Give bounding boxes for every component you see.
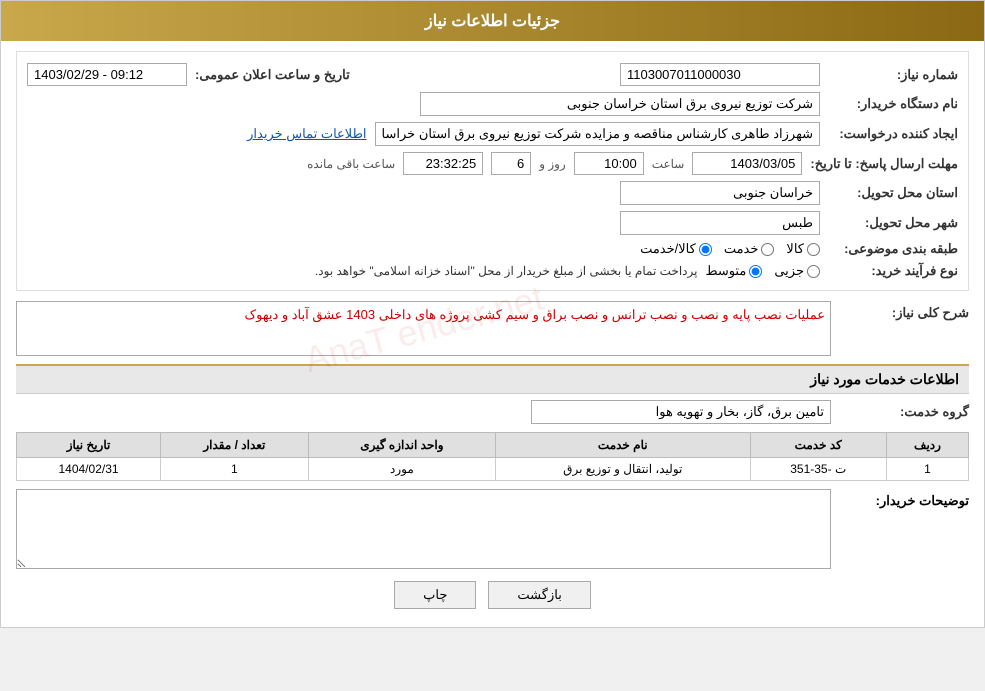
- buyer-desc-label: توضیحات خریدار:: [839, 489, 969, 509]
- col-header-date: تاریخ نیاز: [17, 433, 161, 458]
- need-number-row: شماره نیاز: 1103007011000030 تاریخ و ساع…: [27, 63, 958, 86]
- creator-row: ایجاد کننده درخواست: شهرزاد طاهری کارشنا…: [27, 122, 958, 146]
- province-value: خراسان جنوبی: [620, 181, 820, 205]
- description-value: عملیات نصب پایه و نصب و نصب ترانس و نصب …: [16, 301, 831, 356]
- services-table: ردیف کد خدمت نام خدمت واحد اندازه گیری ت…: [16, 432, 969, 481]
- category-label-khedmat: خدمت: [724, 241, 759, 257]
- category-label-kala-khedmat: کالا/خدمت: [640, 241, 696, 257]
- purchase-type-row: نوع فرآیند خرید: جزیی متوسط پرداخت تمام …: [27, 263, 958, 279]
- description-label: شرح کلی نیاز:: [839, 301, 969, 321]
- basic-info-section: شماره نیاز: 1103007011000030 تاریخ و ساع…: [16, 51, 969, 291]
- service-group-value: تامین برق، گاز، بخار و تهویه هوا: [531, 400, 831, 424]
- creator-value: شهرزاد طاهری کارشناس مناقصه و مزایده شرک…: [375, 122, 820, 146]
- buyer-org-row: نام دستگاه خریدار: شرکت توزیع نیروی برق …: [27, 92, 958, 116]
- back-button[interactable]: بازگشت: [488, 581, 590, 609]
- deadline-date: 1403/03/05: [692, 152, 802, 175]
- cell-code: ت -35-351: [750, 458, 886, 481]
- city-label: شهر محل تحویل:: [828, 215, 958, 231]
- col-header-name: نام خدمت: [496, 433, 750, 458]
- main-content: شماره نیاز: 1103007011000030 تاریخ و ساع…: [1, 41, 984, 627]
- deadline-time: 10:00: [574, 152, 644, 175]
- province-row: استان محل تحویل: خراسان جنوبی: [27, 181, 958, 205]
- need-number-label: شماره نیاز:: [828, 67, 958, 83]
- description-wrapper: AnaT ender.net عملیات نصب پایه و نصب و ن…: [16, 301, 831, 356]
- deadline-day-label: روز و: [539, 157, 566, 171]
- page-header: جزئیات اطلاعات نیاز: [1, 1, 984, 41]
- cell-qty: 1: [161, 458, 309, 481]
- purchase-label-jozi: جزیی: [774, 263, 804, 279]
- need-number-value: 1103007011000030: [620, 63, 820, 86]
- purchase-radio-motavasset[interactable]: [749, 265, 762, 278]
- deadline-remaining: 23:32:25: [403, 152, 483, 175]
- deadline-time-label: ساعت: [652, 157, 685, 171]
- buttons-row: بازگشت چاپ: [16, 581, 969, 609]
- cell-name: تولید، انتقال و توزیع برق: [496, 458, 750, 481]
- purchase-description: پرداخت تمام یا بخشی از مبلغ خریدار از مح…: [315, 264, 698, 278]
- creator-contact-link[interactable]: اطلاعات تماس خریدار: [247, 126, 366, 142]
- col-header-code: کد خدمت: [750, 433, 886, 458]
- category-radio-kala-khedmat[interactable]: [699, 243, 712, 256]
- col-header-unit: واحد اندازه گیری: [308, 433, 495, 458]
- category-radio-khedmat[interactable]: [761, 243, 774, 256]
- province-label: استان محل تحویل:: [828, 185, 958, 201]
- cell-unit: مورد: [308, 458, 495, 481]
- city-value: طبس: [620, 211, 820, 235]
- description-section: شرح کلی نیاز: AnaT ender.net عملیات نصب …: [16, 301, 969, 356]
- print-button[interactable]: چاپ: [394, 581, 476, 609]
- category-label-kala: کالا: [786, 241, 804, 257]
- city-row: شهر محل تحویل: طبس: [27, 211, 958, 235]
- purchase-type-label: نوع فرآیند خرید:: [828, 263, 958, 279]
- purchase-type-radio-group: جزیی متوسط: [705, 263, 820, 279]
- category-radio-group: کالا خدمت کالا/خدمت: [640, 241, 820, 257]
- announce-date-value: 1403/02/29 - 09:12: [27, 63, 187, 86]
- category-row: طبقه بندی موضوعی: کالا خدمت کالا/خدمت: [27, 241, 958, 257]
- purchase-option-motavasset: متوسط: [705, 263, 762, 279]
- buyer-desc-row: توضیحات خریدار:: [16, 489, 969, 569]
- buyer-org-label: نام دستگاه خریدار:: [828, 96, 958, 112]
- category-option-khedmat: خدمت: [724, 241, 775, 257]
- service-group-label: گروه خدمت:: [839, 404, 969, 420]
- creator-label: ایجاد کننده درخواست:: [828, 126, 958, 142]
- cell-rownum: 1: [886, 458, 968, 481]
- table-row: 1 ت -35-351 تولید، انتقال و توزیع برق مو…: [17, 458, 969, 481]
- purchase-label-motavasset: متوسط: [705, 263, 746, 279]
- deadline-label: مهلت ارسال پاسخ: تا تاریخ:: [810, 156, 958, 172]
- category-option-kala-khedmat: کالا/خدمت: [640, 241, 712, 257]
- col-header-rownum: ردیف: [886, 433, 968, 458]
- purchase-radio-jozi[interactable]: [807, 265, 820, 278]
- buyer-org-value: شرکت توزیع نیروی برق استان خراسان جنوبی: [420, 92, 820, 116]
- category-label: طبقه بندی موضوعی:: [828, 241, 958, 257]
- purchase-option-jozi: جزیی: [774, 263, 820, 279]
- page-wrapper: جزئیات اطلاعات نیاز شماره نیاز: 11030070…: [0, 0, 985, 628]
- category-radio-kala[interactable]: [807, 243, 820, 256]
- col-header-qty: تعداد / مقدار: [161, 433, 309, 458]
- deadline-remaining-label: ساعت باقی مانده: [307, 157, 395, 171]
- cell-date: 1404/02/31: [17, 458, 161, 481]
- category-option-kala: کالا: [786, 241, 820, 257]
- table-header-row: ردیف کد خدمت نام خدمت واحد اندازه گیری ت…: [17, 433, 969, 458]
- deadline-days: 6: [491, 152, 531, 175]
- deadline-row: مهلت ارسال پاسخ: تا تاریخ: 1403/03/05 سا…: [27, 152, 958, 175]
- announce-date-label: تاریخ و ساعت اعلان عمومی:: [195, 67, 350, 83]
- service-group-row: گروه خدمت: تامین برق، گاز، بخار و تهویه …: [16, 400, 969, 424]
- services-section-title: اطلاعات خدمات مورد نیاز: [16, 364, 969, 394]
- page-title: جزئیات اطلاعات نیاز: [425, 13, 560, 30]
- buyer-desc-textarea[interactable]: [16, 489, 831, 569]
